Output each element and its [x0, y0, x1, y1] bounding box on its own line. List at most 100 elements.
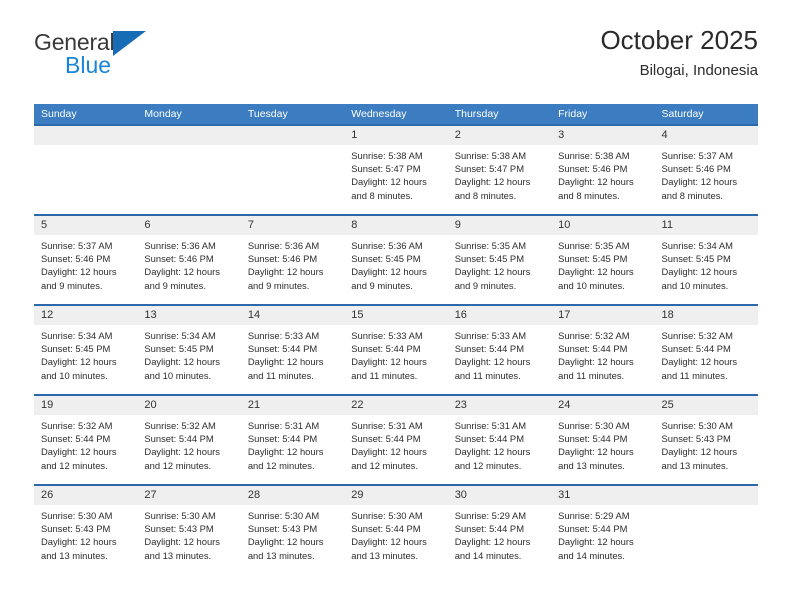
calendar-day-cell[interactable]: 14 Sunrise: 5:33 AM Sunset: 5:44 PM Dayligh… — [240, 304, 345, 395]
calendar-day-cell[interactable]: 7 Sunrise: 5:36 AM Sunset: 5:46 PM Daylight… — [240, 214, 345, 305]
daylight-line-1: Daylight: 12 hours — [144, 446, 220, 458]
calendar-day-cell[interactable]: 18 Sunrise: 5:32 AM Sunset: 5:44 PM Dayligh… — [654, 304, 758, 395]
daylight-line-2: and 14 minutes. — [454, 549, 522, 561]
calendar-day-cell[interactable]: 24 Sunrise: 5:30 AM Sunset: 5:44 PM Dayligh… — [551, 394, 655, 485]
daylight-line-2: and 11 minutes. — [247, 369, 314, 381]
calendar-page: General Blue October 2025 Bilogai, Indon… — [0, 0, 792, 612]
calendar-day-cell[interactable]: 23 Sunrise: 5:31 AM Sunset: 5:44 PM Dayligh… — [447, 394, 552, 485]
daylight-line-2: and 13 minutes. — [661, 459, 729, 471]
sunrise-time: Sunrise: 5:33 AM — [351, 330, 423, 341]
day-details: Sunrise: 5:38 AM Sunset: 5:46 PM Daylight:… — [551, 145, 654, 202]
calendar-day-cell[interactable]: 5 Sunrise: 5:37 AM Sunset: 5:46 PM Daylight… — [34, 214, 138, 305]
sunrise-time: Sunrise: 5:32 AM — [558, 330, 630, 341]
calendar-day-cell[interactable]: 3 Sunrise: 5:38 AM Sunset: 5:46 PM Daylight… — [551, 124, 655, 215]
calendar-day-cell[interactable]: 19 Sunrise: 5:32 AM Sunset: 5:44 PM Dayligh… — [34, 394, 138, 485]
daylight-line-1: Daylight: 12 hours — [144, 536, 220, 548]
calendar-day-cell[interactable]: 9 Sunrise: 5:35 AM Sunset: 5:45 PM Daylight… — [447, 214, 552, 305]
calendar-day-cell[interactable]: 22 Sunrise: 5:31 AM Sunset: 5:44 PM Dayligh… — [344, 394, 448, 485]
day-number: 25 — [654, 396, 758, 415]
calendar-day-cell[interactable]: 1 Sunrise: 5:38 AM Sunset: 5:47 PM Daylight… — [344, 124, 448, 215]
sunset-time: Sunset: 5:45 PM — [558, 253, 628, 265]
daylight-line-2: and 11 minutes. — [661, 369, 728, 381]
day-details: Sunrise: 5:34 AM Sunset: 5:45 PM Daylight:… — [655, 235, 758, 292]
calendar-day-cell[interactable]: 4 Sunrise: 5:37 AM Sunset: 5:46 PM Daylight… — [654, 124, 758, 215]
sunrise-time: Sunrise: 5:38 AM — [558, 150, 630, 161]
calendar-day-cell[interactable]: 8 Sunrise: 5:36 AM Sunset: 5:45 PM Daylight… — [344, 214, 448, 305]
day-details: Sunrise: 5:30 AM Sunset: 5:43 PM Daylight:… — [241, 505, 344, 562]
calendar-day-cell[interactable]: 27 Sunrise: 5:30 AM Sunset: 5:43 PM Dayligh… — [137, 484, 241, 574]
sunset-time: Sunset: 5:44 PM — [454, 523, 524, 535]
calendar-day-cell[interactable]: 29 Sunrise: 5:30 AM Sunset: 5:44 PM Dayligh… — [344, 484, 448, 574]
daylight-line-1: Daylight: 12 hours — [661, 266, 738, 278]
calendar-day-cell-empty — [34, 124, 138, 215]
calendar-day-cell[interactable]: 30 Sunrise: 5:29 AM Sunset: 5:44 PM Dayligh… — [447, 484, 552, 574]
day-details: Sunrise: 5:32 AM Sunset: 5:44 PM Daylight:… — [655, 325, 758, 382]
sunset-time: Sunset: 5:44 PM — [144, 433, 214, 445]
calendar-day-cell[interactable]: 21 Sunrise: 5:31 AM Sunset: 5:44 PM Dayligh… — [240, 394, 345, 485]
day-number: 21 — [240, 396, 345, 415]
triangle-icon — [113, 31, 147, 56]
day-details: Sunrise: 5:36 AM Sunset: 5:46 PM Daylight:… — [241, 235, 344, 292]
day-number: 1 — [344, 126, 448, 145]
day-details: Sunrise: 5:30 AM Sunset: 5:43 PM Daylight:… — [137, 505, 240, 562]
calendar-day-cell[interactable]: 13 Sunrise: 5:34 AM Sunset: 5:45 PM Dayligh… — [137, 304, 241, 395]
calendar-day-cell[interactable]: 28 Sunrise: 5:30 AM Sunset: 5:43 PM Dayligh… — [240, 484, 345, 574]
day-details: Sunrise: 5:36 AM Sunset: 5:46 PM Daylight:… — [137, 235, 240, 292]
calendar-body: 1 Sunrise: 5:38 AM Sunset: 5:47 PM Daylight… — [34, 124, 758, 574]
calendar-day-cell[interactable]: 26 Sunrise: 5:30 AM Sunset: 5:43 PM Dayligh… — [34, 484, 138, 574]
calendar-day-cell[interactable]: 15 Sunrise: 5:33 AM Sunset: 5:44 PM Dayligh… — [344, 304, 448, 395]
calendar-day-cell[interactable]: 25 Sunrise: 5:30 AM Sunset: 5:43 PM Dayligh… — [654, 394, 758, 485]
sunset-time: Sunset: 5:46 PM — [41, 253, 111, 265]
calendar-day-cell[interactable]: 11 Sunrise: 5:34 AM Sunset: 5:45 PM Dayligh… — [654, 214, 758, 305]
daylight-line-1: Daylight: 12 hours — [558, 536, 634, 548]
daylight-line-2: and 9 minutes. — [41, 279, 103, 291]
sunset-time: Sunset: 5:44 PM — [558, 523, 628, 535]
day-details: Sunrise: 5:32 AM Sunset: 5:44 PM Daylight:… — [137, 415, 240, 472]
daylight-line-1: Daylight: 12 hours — [351, 266, 427, 278]
day-details: Sunrise: 5:30 AM Sunset: 5:43 PM Daylight:… — [34, 505, 137, 562]
daylight-line-2: and 10 minutes. — [661, 279, 729, 291]
day-details: Sunrise: 5:33 AM Sunset: 5:44 PM Daylight:… — [344, 325, 447, 382]
sunrise-time: Sunrise: 5:35 AM — [558, 240, 630, 251]
day-number: 24 — [551, 396, 655, 415]
sunset-time: Sunset: 5:45 PM — [41, 343, 111, 355]
day-details: Sunrise: 5:31 AM Sunset: 5:44 PM Daylight:… — [448, 415, 551, 472]
day-number — [240, 126, 345, 145]
logo-text-blue: Blue — [65, 52, 112, 78]
sunrise-time: Sunrise: 5:32 AM — [41, 420, 113, 431]
calendar-day-cell[interactable]: 17 Sunrise: 5:32 AM Sunset: 5:44 PM Dayligh… — [551, 304, 655, 395]
sunrise-time: Sunrise: 5:36 AM — [144, 240, 216, 251]
day-details: Sunrise: 5:38 AM Sunset: 5:47 PM Daylight:… — [344, 145, 447, 202]
daylight-line-2: and 11 minutes. — [351, 369, 418, 381]
daylight-line-1: Daylight: 12 hours — [41, 536, 117, 548]
daylight-line-1: Daylight: 12 hours — [454, 176, 531, 188]
calendar-day-cell[interactable]: 12 Sunrise: 5:34 AM Sunset: 5:45 PM Dayligh… — [34, 304, 138, 395]
sunset-time: Sunset: 5:44 PM — [351, 433, 421, 445]
general-blue-logo[interactable]: General Blue — [34, 30, 234, 88]
day-details: Sunrise: 5:30 AM Sunset: 5:43 PM Daylight:… — [655, 415, 758, 472]
sunrise-time: Sunrise: 5:29 AM — [558, 510, 630, 521]
day-number: 22 — [344, 396, 448, 415]
daylight-line-1: Daylight: 12 hours — [351, 536, 427, 548]
day-details: Sunrise: 5:37 AM Sunset: 5:46 PM Daylight:… — [655, 145, 758, 202]
calendar-week-row: 19 Sunrise: 5:32 AM Sunset: 5:44 PM Dayligh… — [34, 394, 758, 485]
sunset-time: Sunset: 5:44 PM — [247, 343, 318, 355]
daylight-line-1: Daylight: 12 hours — [661, 176, 738, 188]
daylight-line-2: and 13 minutes. — [144, 549, 212, 561]
daylight-line-2: and 8 minutes. — [351, 189, 413, 201]
day-number: 13 — [137, 306, 241, 325]
sunset-time: Sunset: 5:43 PM — [41, 523, 111, 535]
calendar-day-cell[interactable]: 2 Sunrise: 5:38 AM Sunset: 5:47 PM Daylight… — [447, 124, 552, 215]
daylight-line-2: and 10 minutes. — [144, 369, 212, 381]
sunset-time: Sunset: 5:44 PM — [351, 523, 421, 535]
sunrise-time: Sunrise: 5:30 AM — [144, 510, 216, 521]
calendar-day-cell[interactable]: 10 Sunrise: 5:35 AM Sunset: 5:45 PM Dayligh… — [551, 214, 655, 305]
calendar-day-cell[interactable]: 16 Sunrise: 5:33 AM Sunset: 5:44 PM Dayligh… — [447, 304, 552, 395]
calendar-day-cell[interactable]: 20 Sunrise: 5:32 AM Sunset: 5:44 PM Dayligh… — [137, 394, 241, 485]
daylight-line-1: Daylight: 12 hours — [351, 176, 427, 188]
calendar-day-cell[interactable]: 31 Sunrise: 5:29 AM Sunset: 5:44 PM Dayligh… — [551, 484, 655, 574]
day-details: Sunrise: 5:37 AM Sunset: 5:46 PM Daylight:… — [34, 235, 137, 292]
calendar-day-cell[interactable]: 6 Sunrise: 5:36 AM Sunset: 5:46 PM Daylight… — [137, 214, 241, 305]
daylight-line-2: and 12 minutes. — [247, 459, 315, 471]
sunrise-time: Sunrise: 5:30 AM — [247, 510, 320, 521]
